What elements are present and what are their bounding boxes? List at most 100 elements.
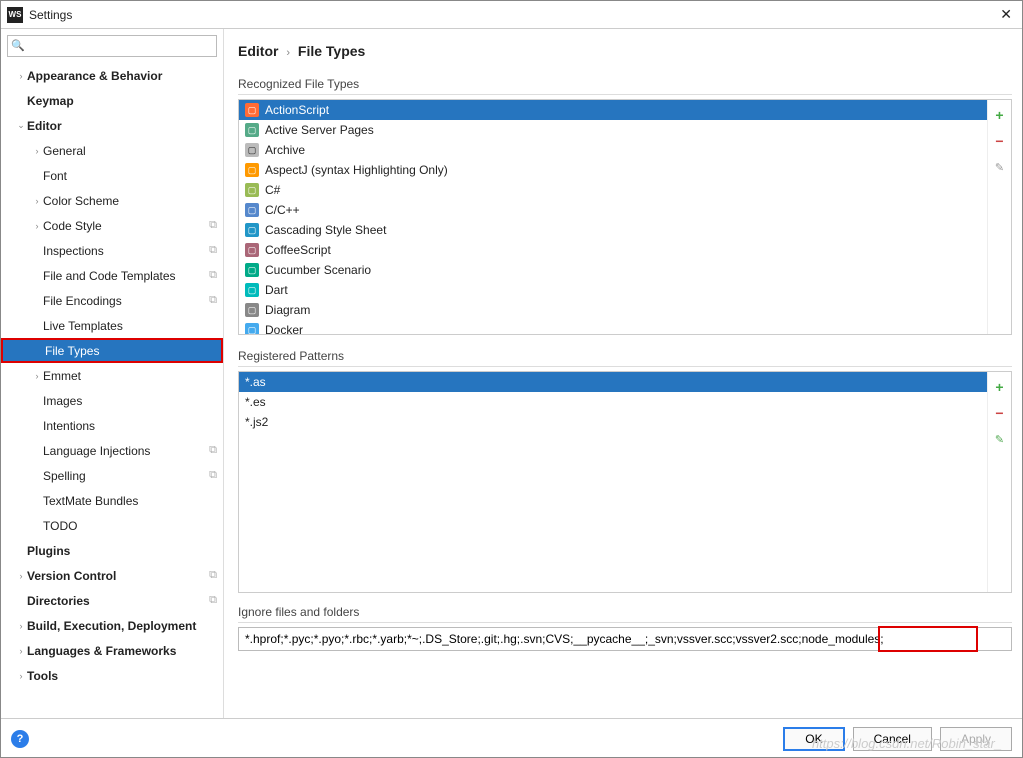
add-filetype-button[interactable]: + (991, 106, 1009, 124)
tree-item-label: File Types (45, 344, 215, 358)
content-pane: Editor › File Types Recognized File Type… (224, 29, 1022, 718)
sidebar-item-todo[interactable]: TODO (1, 513, 223, 538)
pattern-row[interactable]: *.js2 (239, 412, 987, 432)
sidebar-item-plugins[interactable]: Plugins (1, 538, 223, 563)
filetype-label: CoffeeScript (265, 243, 331, 257)
sidebar-item-live-templates[interactable]: Live Templates (1, 313, 223, 338)
titlebar: WS Settings ✕ (1, 1, 1022, 29)
pattern-row[interactable]: *.es (239, 392, 987, 412)
filetype-row[interactable]: ▢ C# (239, 180, 987, 200)
scope-icon: ⧉ (209, 219, 217, 232)
recognized-types-label: Recognized File Types (238, 77, 1012, 91)
sidebar-item-code-style[interactable]: ›Code Style⧉ (1, 213, 223, 238)
tree-item-label: General (43, 144, 217, 158)
filetype-row[interactable]: ▢Diagram (239, 300, 987, 320)
pattern-label: *.es (245, 395, 266, 409)
chevron-icon: › (15, 571, 27, 581)
file-types-rows[interactable]: ▢ ActionScript ▢Active Server Pages▢Archiv… (239, 100, 987, 334)
sidebar-item-images[interactable]: Images (1, 388, 223, 413)
tree-item-label: Font (43, 169, 217, 183)
sidebar-item-lang-fw[interactable]: ›Languages & Frameworks (1, 638, 223, 663)
scope-icon: ⧉ (209, 569, 217, 582)
sidebar-item-keymap[interactable]: Keymap (1, 88, 223, 113)
tree-item-label: Intentions (43, 419, 217, 433)
filetype-icon: ▢ (245, 143, 259, 157)
ok-button[interactable]: OK (783, 727, 844, 751)
add-pattern-button[interactable]: + (991, 378, 1009, 396)
tree-item-label: Directories (27, 594, 209, 608)
sidebar-item-tools[interactable]: ›Tools (1, 663, 223, 688)
filetype-row[interactable]: ▢ Cascading Style Sheet (239, 220, 987, 240)
filetype-label: ActionScript (265, 103, 329, 117)
chevron-icon: › (15, 71, 27, 81)
scope-icon: ⧉ (209, 444, 217, 457)
sidebar-item-file-encodings[interactable]: File Encodings⧉ (1, 288, 223, 313)
sidebar-item-emmet[interactable]: ›Emmet (1, 363, 223, 388)
sidebar-item-file-templates[interactable]: File and Code Templates⧉ (1, 263, 223, 288)
filetype-row[interactable]: ▢Docker (239, 320, 987, 334)
cancel-button[interactable]: Cancel (853, 727, 932, 751)
sidebar-item-lang-inj[interactable]: Language Injections⧉ (1, 438, 223, 463)
filetype-label: AspectJ (syntax Highlighting Only) (265, 163, 448, 177)
tree-item-label: Keymap (27, 94, 217, 108)
filetype-row[interactable]: ▢Active Server Pages (239, 120, 987, 140)
chevron-icon: › (15, 621, 27, 631)
filetype-icon: ▢ (245, 183, 259, 197)
filetype-icon: ▢ (245, 223, 259, 237)
filetype-icon: ▢ (245, 103, 259, 117)
sidebar-item-intentions[interactable]: Intentions (1, 413, 223, 438)
close-icon[interactable]: ✕ (996, 6, 1016, 23)
sidebar-item-appearance[interactable]: ›Appearance & Behavior (1, 63, 223, 88)
chevron-icon: › (31, 371, 43, 381)
breadcrumb: Editor › File Types (238, 43, 1012, 59)
tree-item-label: TODO (43, 519, 217, 533)
sidebar-item-file-types[interactable]: File Types (1, 338, 223, 363)
tree-item-label: File Encodings (43, 294, 209, 308)
sidebar-item-spelling[interactable]: Spelling⧉ (1, 463, 223, 488)
remove-filetype-button[interactable]: − (991, 132, 1009, 150)
sidebar-item-directories[interactable]: Directories⧉ (1, 588, 223, 613)
chevron-icon: ⌄ (15, 120, 27, 131)
filetype-row[interactable]: ▢ ActionScript (239, 100, 987, 120)
sidebar-item-editor[interactable]: ⌄Editor (1, 113, 223, 138)
sidebar-item-general[interactable]: ›General (1, 138, 223, 163)
filetype-row[interactable]: ▢CoffeeScript (239, 240, 987, 260)
chevron-right-icon: › (286, 47, 290, 59)
filetype-icon: ▢ (245, 263, 259, 277)
filetype-label: Cascading Style Sheet (265, 223, 386, 237)
edit-filetype-button[interactable]: ✎ (991, 158, 1009, 176)
breadcrumb-current: File Types (298, 43, 365, 59)
sidebar-item-build[interactable]: ›Build, Execution, Deployment (1, 613, 223, 638)
sidebar-item-textmate[interactable]: TextMate Bundles (1, 488, 223, 513)
breadcrumb-parent[interactable]: Editor (238, 43, 278, 59)
app-icon: WS (7, 7, 23, 23)
tree-item-label: TextMate Bundles (43, 494, 217, 508)
pattern-label: *.js2 (245, 415, 268, 429)
filetype-label: Cucumber Scenario (265, 263, 371, 277)
filetype-row[interactable]: ▢ Cucumber Scenario (239, 260, 987, 280)
tree-item-label: File and Code Templates (43, 269, 209, 283)
scope-icon: ⧉ (209, 469, 217, 482)
tree-item-label: Plugins (27, 544, 217, 558)
edit-pattern-button[interactable]: ✎ (991, 430, 1009, 448)
help-button[interactable]: ? (11, 730, 29, 748)
tree-item-label: Live Templates (43, 319, 217, 333)
tree-item-label: Color Scheme (43, 194, 217, 208)
filetype-row[interactable]: ▢Dart (239, 280, 987, 300)
sidebar-item-vcs[interactable]: ›Version Control⧉ (1, 563, 223, 588)
sidebar-item-font[interactable]: Font (1, 163, 223, 188)
ignore-input[interactable] (238, 627, 1012, 651)
apply-button[interactable]: Apply (940, 727, 1012, 751)
filetype-row[interactable]: ▢Archive (239, 140, 987, 160)
filetype-row[interactable]: ▢AspectJ (syntax Highlighting Only) (239, 160, 987, 180)
sidebar-item-color-scheme[interactable]: ›Color Scheme (1, 188, 223, 213)
filetype-row[interactable]: ▢C/C++ (239, 200, 987, 220)
patterns-rows[interactable]: *.as *.es *.js2 (239, 372, 987, 592)
settings-tree[interactable]: ›Appearance & BehaviorKeymap⌄Editor›Gene… (1, 61, 223, 718)
filetype-label: C# (265, 183, 280, 197)
pattern-row[interactable]: *.as (239, 372, 987, 392)
pattern-label: *.as (245, 375, 266, 389)
sidebar-item-inspections[interactable]: Inspections⧉ (1, 238, 223, 263)
search-input[interactable] (7, 35, 217, 57)
remove-pattern-button[interactable]: − (991, 404, 1009, 422)
